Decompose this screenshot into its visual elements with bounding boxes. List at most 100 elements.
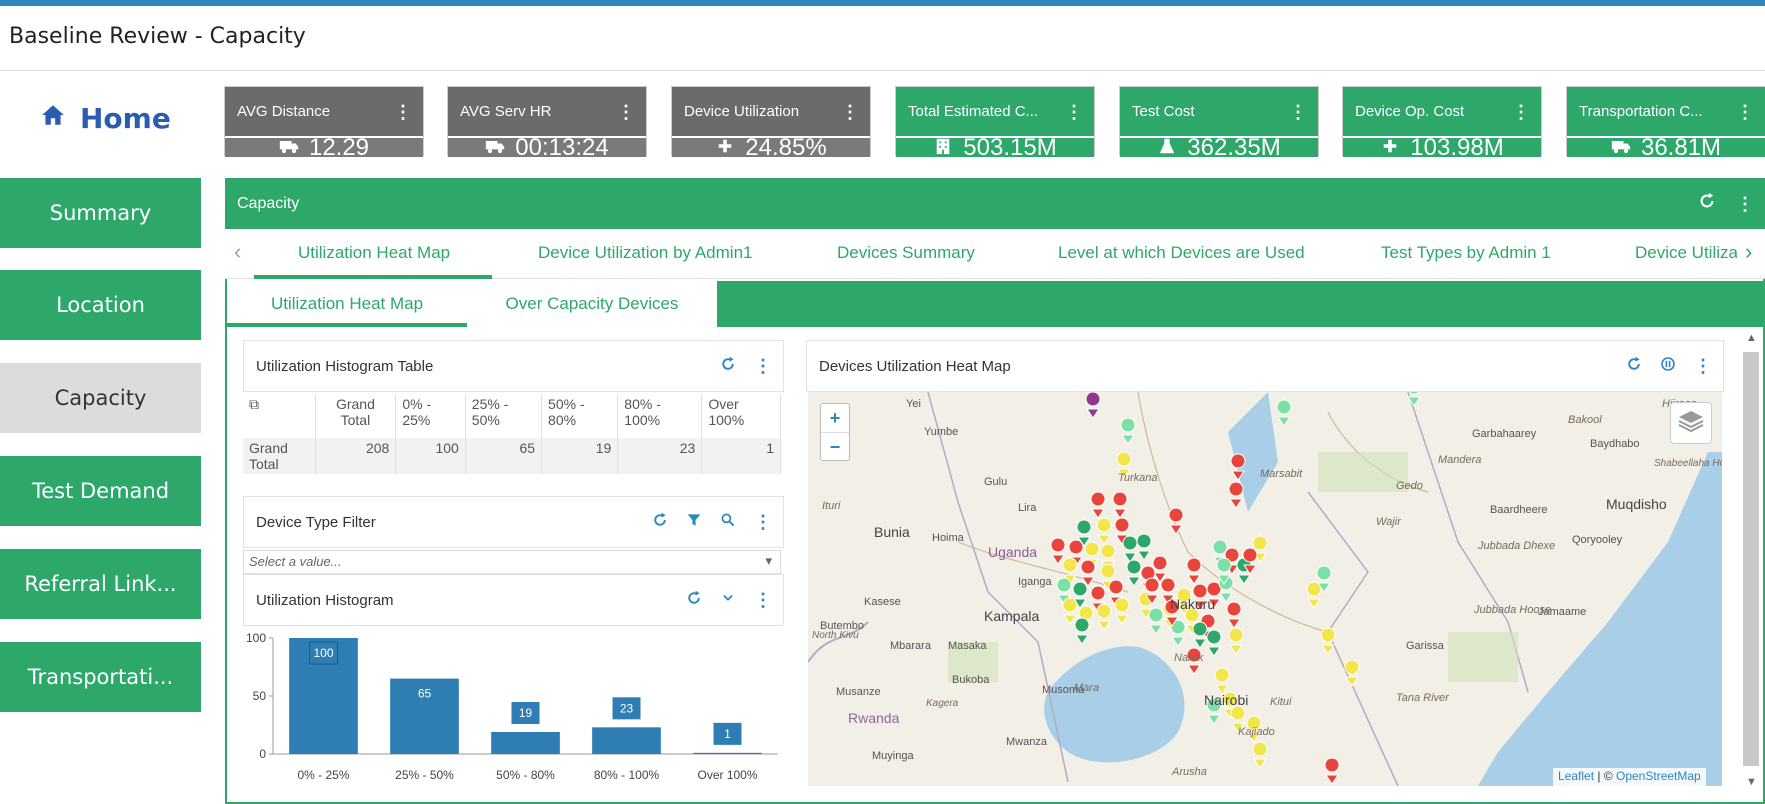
map-marker[interactable] (1168, 507, 1184, 535)
tab-utilization-heat-map[interactable]: Utilization Heat Map (298, 243, 450, 263)
nav-label: Summary (49, 201, 152, 225)
table-cell: 1 (701, 438, 781, 474)
kebab-menu-icon[interactable]: ⋮ (754, 513, 772, 531)
chevron-right-icon[interactable]: › (1745, 239, 1752, 265)
map-marker[interactable] (1050, 537, 1066, 565)
histogram-bar (592, 727, 661, 754)
nav-capacity[interactable]: Capacity (0, 363, 201, 433)
tab-level-devices-used[interactable]: Level at which Devices are Used (1058, 243, 1305, 263)
table-row: Grand Total 208 100 65 19 23 1 (243, 438, 781, 474)
kebab-menu-icon[interactable]: ⋮ (754, 357, 772, 375)
map-marker[interactable] (1090, 491, 1106, 519)
map-marker[interactable] (1096, 603, 1112, 631)
pause-icon[interactable] (1660, 356, 1676, 376)
y-tick-label: 100 (246, 631, 266, 645)
map-label: Jubbada Hoose (1474, 604, 1552, 616)
map-label: Kagera (926, 698, 959, 709)
map-marker[interactable] (1228, 627, 1244, 655)
map-marker[interactable] (1186, 557, 1202, 585)
table-header[interactable]: Over 100% (701, 394, 781, 438)
flask-icon (1157, 134, 1177, 162)
kebab-menu-icon[interactable]: ⋮ (754, 591, 772, 609)
card-title: Utilization Histogram (256, 591, 394, 609)
table-layout-icon[interactable]: ⧉ (249, 396, 259, 412)
map-marker[interactable] (1112, 491, 1128, 519)
table-header[interactable]: 80% - 100% (617, 394, 703, 438)
kebab-menu-icon[interactable]: ⋮ (1512, 103, 1530, 121)
x-tick-label: 80% - 100% (594, 768, 660, 782)
map-marker[interactable] (1126, 559, 1142, 587)
chevron-left-icon[interactable]: ‹ (234, 239, 241, 265)
x-tick-label: 50% - 80% (496, 768, 555, 782)
refresh-icon[interactable] (652, 512, 668, 532)
nav-referral-link[interactable]: Referral Link... (0, 549, 201, 619)
tab-devices-summary[interactable]: Devices Summary (837, 243, 975, 263)
table-cell: 19 (541, 438, 619, 474)
kebab-menu-icon[interactable]: ⋮ (394, 103, 412, 121)
map-marker[interactable] (1228, 481, 1244, 509)
map-marker[interactable] (1226, 601, 1242, 629)
refresh-icon[interactable] (1626, 356, 1642, 376)
map-marker[interactable] (1252, 741, 1268, 769)
map-label: Mbarara (890, 640, 931, 652)
kpi-avg-serv-hr: AVG Serv HR ⋮ 00:13:24 (447, 86, 647, 161)
chevron-down-icon[interactable] (720, 590, 736, 610)
scroll-up-icon[interactable]: ▲ (1746, 332, 1757, 344)
refresh-icon[interactable] (686, 590, 702, 610)
kebab-menu-icon[interactable]: ⋮ (1065, 103, 1083, 121)
map-label: Wajir (1376, 516, 1401, 528)
kebab-menu-icon[interactable]: ⋮ (1736, 103, 1754, 121)
kebab-menu-icon[interactable]: ⋮ (617, 103, 635, 121)
map-label: Garissa (1406, 640, 1444, 652)
map-marker[interactable] (1214, 667, 1230, 695)
refresh-icon[interactable] (1698, 192, 1716, 215)
layers-button[interactable] (1670, 402, 1712, 444)
scroll-down-icon[interactable]: ▼ (1746, 776, 1757, 788)
tab-device-utilization-cut[interactable]: Device Utilizat (1635, 243, 1737, 263)
home-link[interactable]: Home (40, 102, 171, 135)
map-marker[interactable] (1122, 535, 1138, 563)
nav-location[interactable]: Location (0, 270, 201, 340)
map-marker[interactable] (1136, 533, 1152, 561)
map-marker[interactable] (1062, 597, 1078, 625)
nav-test-demand[interactable]: Test Demand (0, 456, 201, 526)
map-marker[interactable] (1085, 392, 1101, 419)
map-marker[interactable] (1324, 757, 1340, 785)
map-marker[interactable] (1148, 607, 1164, 635)
filter-icon[interactable] (686, 512, 702, 532)
device-type-select[interactable]: Select a value... ▾ (243, 550, 781, 574)
kebab-menu-icon[interactable]: ⋮ (1694, 357, 1712, 375)
tab-test-types-by-admin1[interactable]: Test Types by Admin 1 (1381, 243, 1551, 263)
scroll-thumb[interactable] (1743, 352, 1759, 766)
tab-device-utilization-by-admin1[interactable]: Device Utilization by Admin1 (538, 243, 752, 263)
table-header[interactable]: 50% - 80% (541, 394, 619, 438)
map-marker[interactable] (1306, 581, 1322, 609)
nav-label: Capacity (54, 386, 147, 410)
zoom-out-button[interactable]: − (821, 433, 849, 462)
heat-map[interactable]: Yei Yumbe Gulu Lira Ituri Bunia Hoima Ug… (808, 392, 1722, 786)
leaflet-link[interactable]: Leaflet (1558, 769, 1594, 783)
subtab-over-capacity-devices[interactable]: Over Capacity Devices (467, 281, 717, 327)
kpi-value: 503.15M (963, 133, 1057, 161)
subtab-utilization-heat-map[interactable]: Utilization Heat Map (227, 281, 467, 327)
map-marker[interactable] (1206, 629, 1222, 657)
zoom-in-button[interactable]: + (821, 404, 849, 433)
map-label: Kampala (984, 608, 1040, 624)
panel-title: Capacity (237, 194, 300, 212)
kebab-menu-icon[interactable]: ⋮ (841, 103, 859, 121)
map-marker[interactable] (1096, 517, 1112, 545)
refresh-icon[interactable] (720, 356, 736, 376)
nav-summary[interactable]: Summary (0, 178, 201, 248)
x-tick-label: Over 100% (697, 768, 757, 782)
openstreetmap-link[interactable]: OpenStreetMap (1616, 769, 1701, 783)
kebab-menu-icon[interactable]: ⋮ (1736, 195, 1754, 213)
kebab-menu-icon[interactable]: ⋮ (1289, 103, 1307, 121)
map-marker[interactable] (1276, 399, 1292, 427)
map-marker[interactable] (1114, 597, 1130, 625)
map-marker[interactable] (1120, 417, 1136, 445)
table-header[interactable]: 25% - 50% (465, 394, 543, 438)
content-scrollbar[interactable]: ▲ ▼ (1740, 330, 1762, 800)
nav-transportation[interactable]: Transportati... (0, 642, 201, 712)
search-icon[interactable] (720, 512, 736, 532)
table-header[interactable]: 0% - 25% (395, 394, 466, 438)
